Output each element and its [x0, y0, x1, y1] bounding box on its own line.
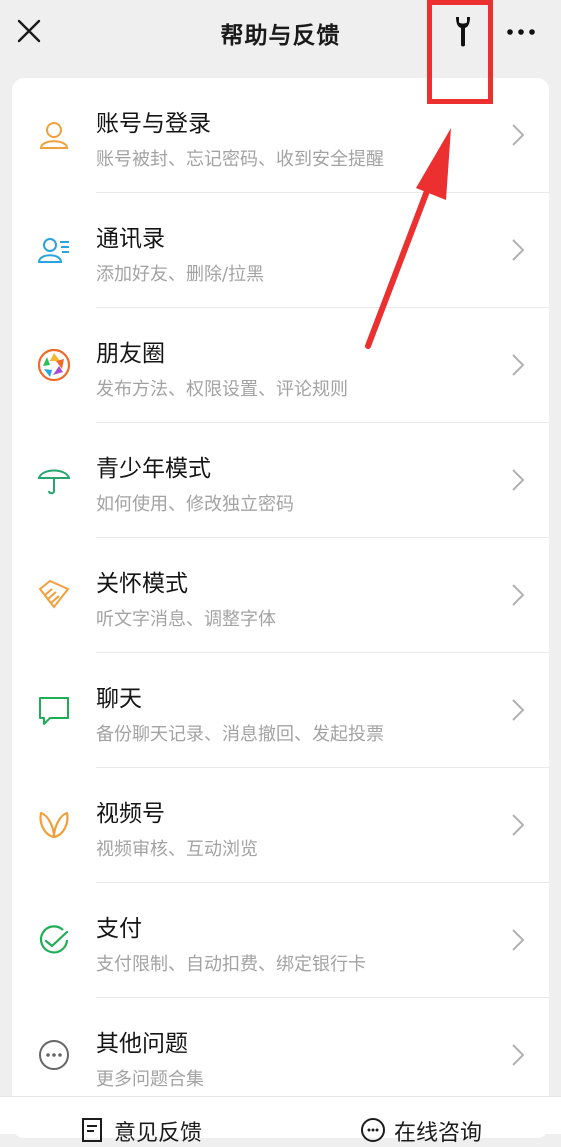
chevron-right-icon — [512, 239, 525, 261]
chevron-right-icon — [512, 124, 525, 146]
chevron-right-icon — [512, 354, 525, 376]
person-icon — [36, 117, 72, 153]
consult-icon — [361, 1118, 385, 1142]
contacts-icon — [36, 232, 72, 268]
moments-icon — [36, 347, 72, 383]
bottom-bar: 意见反馈 在线咨询 — [0, 1096, 561, 1146]
item-subtitle: 发布方法、权限设置、评论规则 — [96, 379, 348, 400]
item-subtitle: 更多问题合集 — [96, 1069, 204, 1090]
item-subtitle: 添加好友、删除/拉黑 — [96, 264, 265, 285]
item-subtitle: 账号被封、忘记密码、收到安全提醒 — [96, 149, 384, 170]
more-icon — [507, 29, 535, 35]
list-item-contacts[interactable]: 通讯录 添加好友、删除/拉黑 — [12, 193, 549, 308]
highlight-box — [427, 0, 493, 104]
feedback-icon — [82, 1118, 102, 1142]
consult-label: 在线咨询 — [394, 1121, 483, 1146]
chevron-right-icon — [512, 584, 525, 606]
item-title: 青少年模式 — [96, 456, 211, 482]
item-subtitle: 听文字消息、调整字体 — [96, 609, 276, 630]
list-item-moments[interactable]: 朋友圈 发布方法、权限设置、评论规则 — [12, 308, 549, 423]
umbrella-icon — [36, 462, 72, 498]
list-item-care-mode[interactable]: 关怀模式 听文字消息、调整字体 — [12, 538, 549, 653]
more-circle-icon — [36, 1037, 72, 1073]
help-topic-list: 账号与登录 账号被封、忘记密码、收到安全提醒 通讯录 添加好友、删除/拉黑 朋友… — [12, 78, 549, 1138]
item-subtitle: 如何使用、修改独立密码 — [96, 494, 294, 515]
item-title: 其他问题 — [96, 1031, 188, 1057]
item-title: 通讯录 — [96, 226, 165, 252]
more-button[interactable] — [503, 18, 539, 46]
list-item-teen-mode[interactable]: 青少年模式 如何使用、修改独立密码 — [12, 423, 549, 538]
item-subtitle: 视频审核、互动浏览 — [96, 839, 258, 860]
feedback-label: 意见反馈 — [114, 1121, 203, 1146]
list-item-payment[interactable]: 支付 支付限制、自动扣费、绑定银行卡 — [12, 883, 549, 998]
pay-icon — [36, 922, 72, 958]
chevron-right-icon — [512, 929, 525, 951]
chevron-right-icon — [512, 814, 525, 836]
item-title: 账号与登录 — [96, 111, 211, 137]
care-icon — [36, 577, 72, 613]
item-subtitle: 备份聊天记录、消息撤回、发起投票 — [96, 724, 384, 745]
list-item-channels[interactable]: 视频号 视频审核、互动浏览 — [12, 768, 549, 883]
item-title: 视频号 — [96, 801, 165, 827]
item-title: 关怀模式 — [96, 571, 188, 597]
item-subtitle: 支付限制、自动扣费、绑定银行卡 — [96, 954, 366, 975]
chevron-right-icon — [512, 1044, 525, 1066]
chevron-right-icon — [512, 469, 525, 491]
chevron-right-icon — [512, 699, 525, 721]
chat-icon — [36, 692, 72, 728]
item-title: 支付 — [96, 916, 142, 942]
channels-icon — [36, 807, 72, 843]
item-title: 聊天 — [96, 686, 142, 712]
list-item-chat[interactable]: 聊天 备份聊天记录、消息撤回、发起投票 — [12, 653, 549, 768]
item-title: 朋友圈 — [96, 341, 165, 367]
